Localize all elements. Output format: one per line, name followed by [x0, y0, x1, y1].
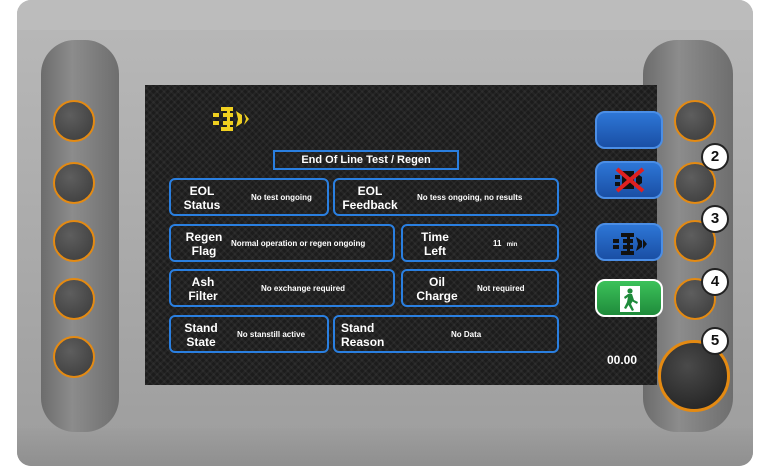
left-hardware-button-3[interactable]	[53, 220, 95, 262]
top-bezel	[17, 0, 753, 30]
oil-charge-value: Not required	[477, 284, 525, 293]
regen-flag-label: Regen Flag	[185, 230, 223, 258]
engine-crossed-icon	[615, 167, 645, 193]
exit-icon	[620, 286, 640, 312]
stand-state-label: Stand State	[184, 321, 218, 349]
eol-feedback-value: No tess ongoing, no results	[417, 193, 523, 202]
stand-state-value: No stanstill active	[237, 330, 306, 339]
softkey-engine-button[interactable]	[595, 223, 663, 261]
engine-icon	[613, 233, 647, 255]
regen-flag-value: Normal operation or regen ongoing	[231, 239, 366, 248]
stand-state-box: Stand State No stanstill active	[169, 315, 329, 353]
eol-status-box: EOL Status No test ongoing	[169, 178, 329, 216]
engine-logo-icon	[213, 107, 249, 131]
oil-charge-label: Oil Charge	[416, 275, 458, 303]
ash-filter-label: Ash Filter	[188, 275, 218, 303]
left-hardware-button-4[interactable]	[53, 278, 95, 320]
ash-filter-value: No exchange required	[261, 284, 346, 293]
stand-reason-value: No Data	[451, 330, 482, 339]
display-device: End Of Line Test / Regen EOL Status No te…	[17, 0, 753, 466]
eol-feedback-box: EOL Feedback No tess ongoing, no results	[333, 178, 559, 216]
left-hardware-button-1[interactable]	[53, 100, 95, 142]
left-hardware-button-5[interactable]	[53, 336, 95, 378]
right-hardware-button-1[interactable]	[674, 100, 716, 142]
stand-reason-label: Stand Reason	[341, 321, 385, 349]
regen-flag-box: Regen Flag Normal operation or regen ongo…	[169, 224, 395, 262]
ash-filter-box: Ash Filter No exchange required	[169, 269, 395, 307]
callout-5: 5	[701, 327, 729, 355]
softkey-exit-button[interactable]	[595, 279, 663, 317]
display-screen: End Of Line Test / Regen EOL Status No te…	[145, 85, 663, 385]
eol-status-value: No test ongoing	[251, 193, 312, 202]
stand-reason-box: Stand Reason No Data	[333, 315, 559, 353]
eol-feedback-label: EOL Feedback	[342, 184, 398, 212]
oil-charge-box: Oil Charge Not required	[401, 269, 559, 307]
eol-status-label: EOL Status	[183, 184, 221, 212]
softkey-blank-button[interactable]	[595, 111, 663, 149]
page-title: End Of Line Test / Regen	[273, 150, 459, 170]
time-left-box: Time Left 11 min	[401, 224, 559, 262]
callout-2: 2	[701, 143, 729, 171]
softkey-engine-off-button[interactable]	[595, 161, 663, 199]
callout-3: 3	[701, 205, 729, 233]
callout-4: 4	[701, 268, 729, 296]
time-left-value: 11 min	[493, 239, 518, 248]
bottom-bezel	[17, 428, 753, 466]
left-hardware-button-2[interactable]	[53, 162, 95, 204]
time-readout: 00.00	[607, 353, 638, 367]
time-left-label: Time Left	[421, 230, 449, 258]
